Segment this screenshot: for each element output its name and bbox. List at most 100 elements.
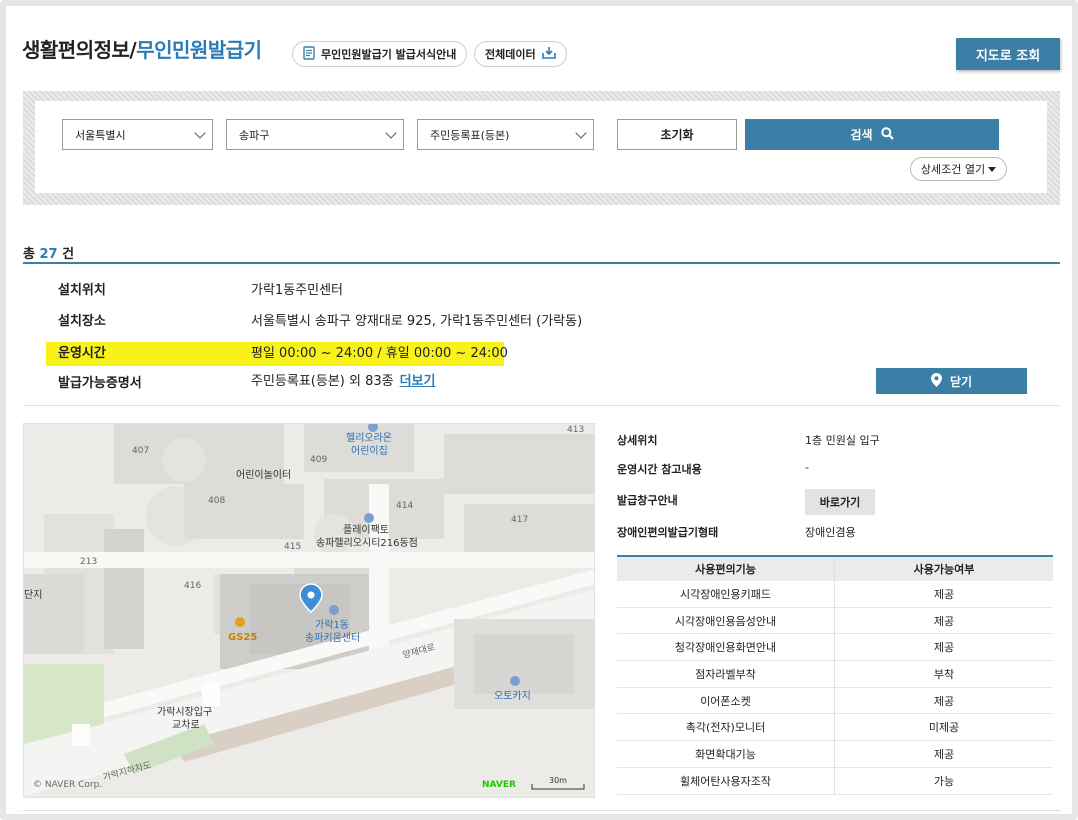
map-poi-gs25: GS25: [228, 632, 258, 643]
count-prefix: 총: [23, 247, 35, 262]
documents-value-wrap: 주민등록표(등본) 외 83종 더보기: [251, 370, 435, 389]
table-row: 점자라벨부착 부착: [617, 661, 1053, 688]
reset-button[interactable]: 초기화: [617, 119, 737, 150]
chevron-down-icon: [385, 126, 397, 139]
district-select[interactable]: 송파구: [226, 119, 404, 150]
feature-status: 제공: [933, 614, 955, 628]
map-label-409: 409: [310, 455, 328, 465]
feature-status: 가능: [933, 774, 955, 788]
map-poi-center-2: 송파키움센터: [305, 633, 361, 644]
form-guide-label: 무인민원발급기 발급서식안내: [321, 48, 457, 61]
table-header: 사용편의기능 사용가능여부: [617, 555, 1053, 581]
hours-note-label: 운영시간 참고내용: [617, 463, 702, 476]
header-feature: 사용편의기능: [617, 557, 835, 581]
map-scale-label: 30m: [549, 776, 567, 785]
download-icon: [541, 46, 556, 62]
table-row: 청각장애인용화면안내 제공: [617, 634, 1053, 662]
search-button[interactable]: 검색: [745, 119, 999, 150]
map-poi-play-1: 플레이팩토: [343, 525, 389, 536]
detail-conditions-toggle[interactable]: 상세조건 열기: [910, 157, 1007, 181]
map-poi-helio-2: 어린이집: [351, 446, 388, 457]
document-select-value: 주민등록표(등본): [430, 128, 510, 142]
location-map[interactable]: 407 409 408 413 414 415 416 417 213 단지 헬…: [23, 423, 595, 798]
district-select-value: 송파구: [239, 128, 270, 142]
map-poi-helio-1: 헬리오라온: [346, 433, 392, 444]
feature-status: 제공: [933, 747, 955, 761]
document-icon: [303, 45, 315, 63]
result-count: 총 27 건: [23, 243, 74, 262]
sub-location-value: 1층 민원실 입구: [805, 434, 880, 447]
map-label-213: 213: [80, 557, 98, 567]
city-select-value: 서울특별시: [75, 128, 126, 142]
place-value: 서울특별시 송파구 양재대로 925, 가락1동주민센터 (가락동): [251, 314, 583, 329]
table-row: 화면확대기능 제공: [617, 741, 1053, 768]
header-availability: 사용가능여부: [913, 563, 975, 576]
chevron-down-icon: [575, 126, 587, 139]
documents-label: 발급가능증명서: [58, 376, 142, 391]
feature-name: 휠체어탄사용자조작: [617, 767, 835, 794]
download-all-button[interactable]: 전체데이터: [474, 41, 567, 67]
map-label-408: 408: [208, 496, 226, 506]
goto-button[interactable]: 바로가기: [805, 489, 875, 515]
table-row: 휠체어탄사용자조작 가능: [617, 767, 1053, 795]
feature-name: 이어폰소켓: [617, 687, 835, 714]
location-label: 설치위치: [58, 283, 106, 298]
map-label-414: 414: [396, 501, 414, 511]
caret-down-icon: [988, 163, 997, 176]
map-label-417: 417: [511, 515, 529, 525]
map-poi-kids-land: 어린이놀이터: [236, 470, 292, 481]
accessibility-value: 장애인겸용: [805, 526, 856, 539]
feature-name: 점자라벨부착: [617, 661, 835, 687]
close-button[interactable]: 닫기: [876, 368, 1027, 394]
map-canvas: [24, 424, 594, 797]
feature-status: 미제공: [928, 721, 960, 735]
view-on-map-button[interactable]: 지도로 조회: [956, 38, 1060, 70]
location-value: 가락1동주민센터: [251, 283, 343, 298]
search-icon: [880, 126, 894, 143]
window-label: 발급창구안내: [617, 494, 678, 507]
page-title: 생활편의정보/무인민원발급기: [22, 34, 262, 63]
hours-value: 평일 00:00 ~ 24:00 / 휴일 00:00 ~ 24:00: [251, 346, 508, 361]
count-suffix: 건: [62, 247, 75, 262]
place-label: 설치장소: [58, 314, 106, 329]
map-label-415: 415: [284, 542, 302, 552]
map-label-407: 407: [132, 446, 150, 456]
feature-status: 제공: [933, 694, 955, 708]
table-row: 시각장애인용키패드 제공: [617, 581, 1053, 608]
more-link[interactable]: 더보기: [400, 374, 436, 389]
hours-label: 운영시간: [58, 346, 106, 361]
documents-value: 주민등록표(등본) 외 83종: [251, 374, 394, 389]
count-divider: [23, 262, 1060, 264]
map-poi-market-2: 교차로: [172, 720, 200, 731]
feature-name: 화면확대기능: [617, 741, 835, 767]
chevron-down-icon: [194, 126, 206, 139]
features-table: 사용편의기능 사용가능여부 시각장애인용키패드 제공 시각장애인용음성안내 제공 청…: [617, 555, 1053, 795]
title-accent: 무인민원발급기: [136, 38, 262, 62]
sub-location-label: 상세위치: [617, 434, 658, 447]
table-row: 촉각(전자)모니터 미제공: [617, 714, 1053, 742]
city-select[interactable]: 서울특별시: [62, 119, 213, 150]
search-button-label: 검색: [850, 128, 873, 142]
map-copyright: © NAVER Corp.: [33, 780, 103, 790]
map-poi-otokaji: 오토카지: [494, 691, 531, 702]
bottom-divider: [23, 810, 1060, 811]
hours-note-value: -: [805, 461, 809, 474]
map-label-danji: 단지: [24, 590, 43, 601]
feature-name: 촉각(전자)모니터: [617, 714, 835, 741]
document-select[interactable]: 주민등록표(등본): [417, 119, 594, 150]
table-row: 시각장애인용음성안내 제공: [617, 607, 1053, 635]
title-main: 생활편의정보/: [22, 38, 137, 62]
feature-status: 부착: [933, 667, 955, 681]
feature-name: 청각장애인용화면안내: [617, 634, 835, 661]
map-poi-play-2: 송파헬리오시티216동점: [316, 538, 418, 549]
accessibility-label: 장애인편의발급기형태: [617, 526, 719, 539]
feature-name: 시각장애인용음성안내: [617, 607, 835, 634]
form-guide-button[interactable]: 무인민원발급기 발급서식안내: [292, 41, 468, 67]
map-pin-icon: [930, 372, 942, 390]
table-row: 이어폰소켓 제공: [617, 687, 1053, 715]
download-label: 전체데이터: [485, 48, 536, 61]
map-label-413: 413: [567, 425, 585, 435]
section-divider: [23, 405, 1060, 406]
detail-toggle-label: 상세조건 열기: [920, 163, 986, 176]
count-number: 27: [39, 247, 58, 262]
